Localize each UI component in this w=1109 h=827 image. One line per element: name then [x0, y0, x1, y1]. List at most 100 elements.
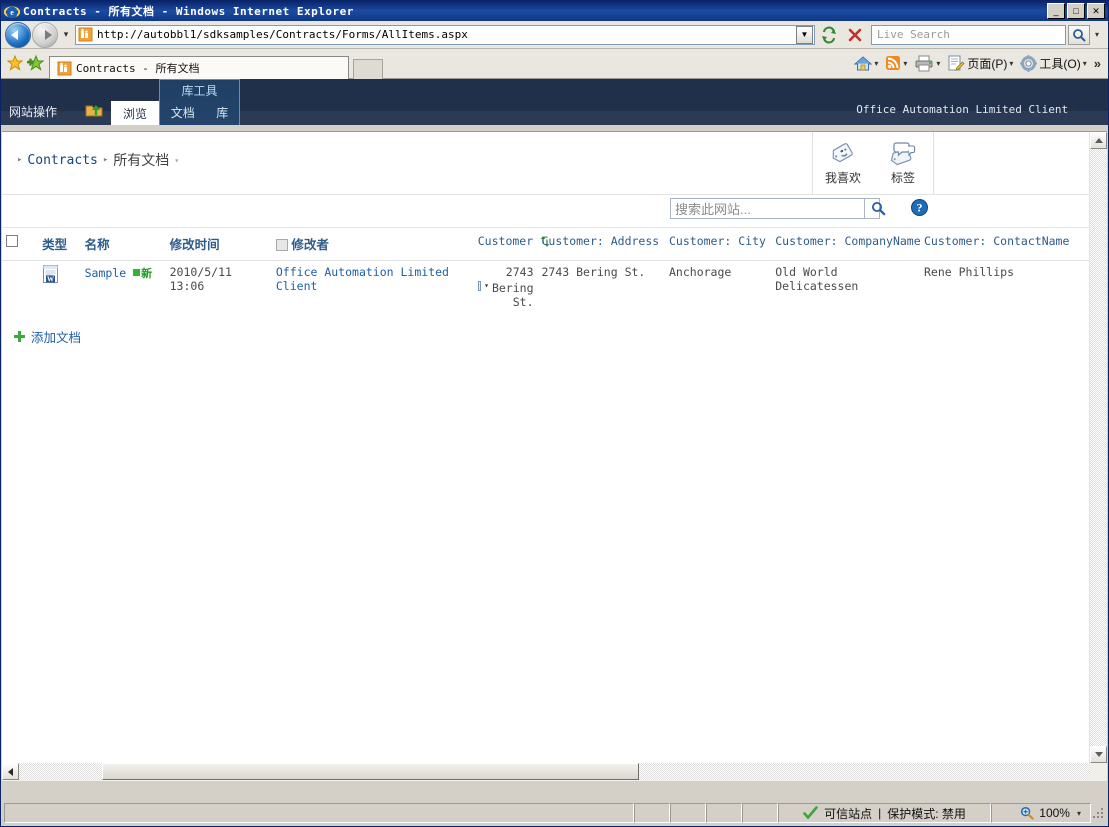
search-icon: [871, 202, 885, 216]
welcome-user-menu[interactable]: Office Automation Limited Client ▾: [856, 103, 1078, 116]
column-header-customer-contact[interactable]: Customer: ContactName: [920, 228, 1090, 261]
protected-mode-label: 保护模式: 禁用: [887, 806, 966, 821]
status-separator: |: [878, 806, 882, 820]
tools-menu-button[interactable]: 工具(O) ▾: [1018, 52, 1091, 74]
site-search-placeholder: 搜索此网站...: [675, 202, 751, 217]
rss-icon: [886, 56, 901, 70]
navigate-up-icon[interactable]: [85, 103, 105, 119]
column-header-customer-label: Customer: [477, 234, 534, 248]
trusted-check-icon: [803, 806, 818, 820]
command-bar-overflow[interactable]: »: [1094, 56, 1101, 71]
document-name-link[interactable]: Sample: [85, 266, 127, 280]
column-header-name[interactable]: 名称: [80, 228, 166, 261]
i-like-it-label: 我喜欢: [824, 171, 861, 185]
print-caret[interactable]: ▾: [936, 59, 940, 68]
tools-caret[interactable]: ▾: [1083, 59, 1087, 68]
feeds-caret[interactable]: ▾: [903, 59, 907, 68]
window-title: Contracts - 所有文档 - Windows Internet Expl…: [23, 5, 354, 18]
vscroll-track[interactable]: [1090, 149, 1107, 746]
page-menu-label: 页面(P): [967, 56, 1008, 71]
help-button[interactable]: ?: [910, 198, 930, 218]
security-zone-cell[interactable]: 可信站点 | 保护模式: 禁用: [778, 803, 991, 823]
row-name-cell: Sample 新: [81, 261, 166, 314]
ribbon-tab-browse[interactable]: 浏览: [111, 101, 159, 125]
recent-pages-dropdown[interactable]: ▾: [60, 29, 72, 40]
status-cell-3: [706, 803, 742, 823]
page-horizontal-scrollbar[interactable]: [2, 763, 1090, 780]
add-document-row[interactable]: 添加文档: [14, 327, 1090, 346]
tab-favicon: [57, 61, 72, 76]
i-like-it-button[interactable]: 我喜欢: [813, 132, 873, 194]
status-cell-4: [742, 803, 778, 823]
refresh-button[interactable]: [817, 24, 841, 46]
modified-by-checkbox[interactable]: [275, 239, 288, 251]
site-search-button[interactable]: [864, 198, 891, 219]
zoom-caret[interactable]: ▾: [1077, 809, 1081, 818]
add-document-link[interactable]: 添加文档: [31, 327, 81, 346]
live-search-dropdown[interactable]: ▾: [1090, 25, 1104, 45]
page-vertical-scrollbar[interactable]: [1089, 132, 1107, 763]
lookup-card-icon[interactable]: [477, 281, 482, 291]
home-caret[interactable]: ▾: [874, 59, 878, 68]
zoom-cell[interactable]: 100% ▾: [991, 803, 1091, 823]
tags-and-notes-button[interactable]: 标签: [873, 132, 933, 194]
site-actions-menu[interactable]: 网站操作 ▾: [9, 103, 66, 120]
hscroll-thumb[interactable]: [102, 763, 639, 780]
welcome-user-name: Office Automation Limited Client: [856, 103, 1069, 116]
column-header-customer[interactable]: Customer: [473, 228, 550, 261]
select-all-checkbox[interactable]: [6, 235, 18, 247]
table-row[interactable]: W Sample 新 2010/5/11 13:06 Office Automa…: [2, 261, 1090, 314]
favorites-star-icon[interactable]: [5, 53, 25, 73]
live-search-button[interactable]: [1068, 24, 1090, 45]
address-dropdown-button[interactable]: ▼: [796, 25, 813, 44]
home-button[interactable]: ▾: [852, 52, 883, 74]
vscroll-down-button[interactable]: [1090, 746, 1107, 763]
site-favicon: [78, 27, 93, 42]
page-menu-button[interactable]: 页面(P) ▾: [945, 52, 1018, 74]
modified-by-link[interactable]: Office Automation Limited Client: [276, 265, 449, 293]
add-favorite-icon[interactable]: [25, 53, 45, 73]
column-header-modified[interactable]: 修改时间: [165, 228, 272, 261]
vscroll-up-button[interactable]: [1090, 132, 1107, 149]
column-header-customer-company[interactable]: Customer: CompanyName: [771, 228, 921, 261]
stop-button[interactable]: [843, 24, 867, 46]
zoom-icon: [1021, 806, 1034, 820]
site-search-input[interactable]: 搜索此网站...: [670, 198, 880, 219]
address-input[interactable]: http://autobbl1/sdksamples/Contracts/For…: [75, 24, 815, 45]
row-select-cell: [2, 261, 38, 314]
page-content-area: ▸ Contracts ▸ 所有文档 ▾ 我喜欢 标签 搜索此网站... ? 类…: [2, 131, 1107, 780]
minimize-button[interactable]: _: [1047, 3, 1065, 19]
address-url-text: http://autobbl1/sdksamples/Contracts/For…: [97, 28, 468, 41]
row-modified-by-cell: Office Automation Limited Client: [272, 261, 474, 314]
feeds-button[interactable]: ▾: [883, 52, 912, 74]
hscroll-left-button[interactable]: [2, 763, 19, 780]
lookup-caret-icon[interactable]: ▾: [484, 281, 489, 290]
ribbon-tab-library[interactable]: 库: [216, 104, 228, 121]
ribbon-tab-documents[interactable]: 文档: [171, 104, 195, 121]
welcome-user-caret: ▾: [1070, 105, 1075, 114]
forward-button[interactable]: [32, 21, 58, 48]
new-tab-button[interactable]: [353, 59, 383, 79]
row-customer-cell: 2743 ▾ Bering St.: [474, 261, 538, 314]
page-caret[interactable]: ▾: [1009, 59, 1013, 68]
close-button[interactable]: ✕: [1087, 3, 1105, 19]
column-header-customer-city[interactable]: Customer: City: [665, 228, 772, 261]
breadcrumb-site-link[interactable]: Contracts: [27, 153, 97, 168]
title-bar: e Contracts - 所有文档 - Windows Internet Ex…: [1, 1, 1108, 21]
tags-and-notes-label: 标签: [890, 171, 915, 185]
browser-tab-contracts[interactable]: Contracts - 所有文档: [49, 56, 349, 79]
view-selector-caret[interactable]: ▾: [174, 156, 179, 165]
status-bar: 可信站点 | 保护模式: 禁用 100% ▾: [2, 801, 1107, 825]
column-header-type[interactable]: 类型: [38, 228, 81, 261]
column-header-customer-address[interactable]: Customer: Address: [537, 228, 665, 261]
back-button[interactable]: [5, 21, 31, 48]
row-customer-value-line3: St.: [512, 295, 534, 309]
live-search-input[interactable]: Live Search: [871, 24, 1066, 45]
print-button[interactable]: ▾: [912, 52, 945, 74]
resize-grip[interactable]: [1091, 806, 1105, 820]
maximize-button[interactable]: □: [1067, 3, 1085, 19]
ribbon-tab-browse-label: 浏览: [122, 106, 147, 121]
column-header-modified-by[interactable]: 修改者: [271, 228, 474, 261]
security-zone-label: 可信站点: [824, 806, 873, 821]
home-icon: [854, 55, 873, 70]
